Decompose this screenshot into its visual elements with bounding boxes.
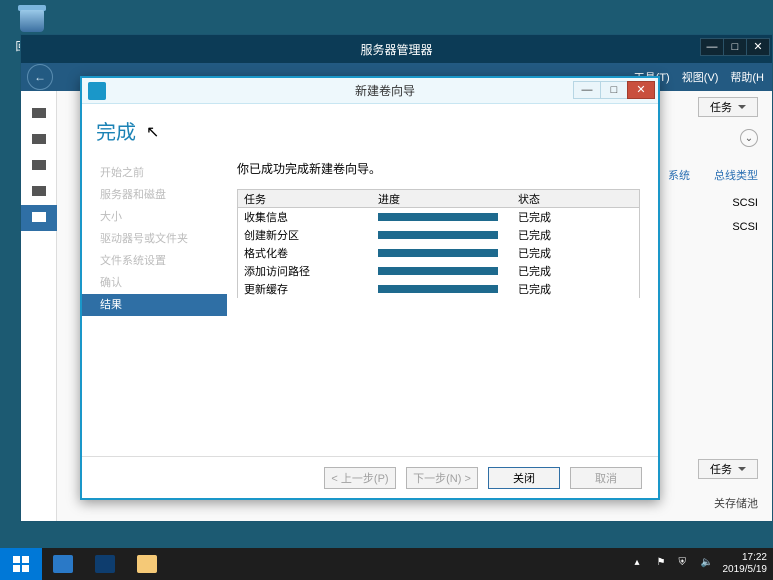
table-row: 格式化卷 已完成 xyxy=(238,244,639,262)
expand-toggle[interactable]: ⌄ xyxy=(740,129,758,147)
next-button[interactable]: 下一步(N) > xyxy=(406,467,478,489)
table-row: 收集信息 已完成 xyxy=(238,208,639,226)
tray-sound-icon[interactable]: 🔈 xyxy=(701,557,715,571)
progress-bar xyxy=(378,213,498,221)
taskbar-item-server-manager[interactable] xyxy=(42,548,84,580)
wizard-results-table: 任务 进度 状态 收集信息 已完成 创建新分区 已完成 xyxy=(237,189,640,298)
column-status: 状态 xyxy=(518,191,618,207)
back-button[interactable]: ← xyxy=(27,64,53,90)
progress-bar xyxy=(378,267,498,275)
task-status: 已完成 xyxy=(518,263,618,279)
server-manager-titlebar[interactable]: 服务器管理器 — □ ✕ xyxy=(21,35,772,63)
task-name: 收集信息 xyxy=(238,209,378,225)
caret-down-icon xyxy=(738,105,746,113)
wizard-step: 开始之前 xyxy=(82,162,227,184)
progress-bar xyxy=(378,249,498,257)
chevron-down-icon: ⌄ xyxy=(745,133,753,144)
task-status: 已完成 xyxy=(518,281,618,297)
disk-table-header: 系统 总线类型 xyxy=(668,167,758,183)
tasks-dropdown-top[interactable]: 任务 xyxy=(698,97,758,117)
previous-button[interactable]: < 上一步(P) xyxy=(324,467,396,489)
storage-pools-label: 关存储池 xyxy=(714,495,758,511)
tray-up-icon[interactable]: ▴ xyxy=(635,557,649,571)
progress-bar xyxy=(378,231,498,239)
cursor-icon: ↖ xyxy=(146,122,159,142)
column-bus-type[interactable]: 总线类型 xyxy=(714,167,758,183)
table-header-row: 任务 进度 状态 xyxy=(238,190,639,208)
task-name: 添加访问路径 xyxy=(238,263,378,279)
task-status: 已完成 xyxy=(518,245,618,261)
task-status: 已完成 xyxy=(518,227,618,243)
wizard-titlebar[interactable]: 新建卷向导 — □ ✕ xyxy=(82,78,658,104)
wizard-step: 服务器和磁盘 xyxy=(82,184,227,206)
column-system[interactable]: 系统 xyxy=(668,167,690,183)
menu-view[interactable]: 视图(V) xyxy=(682,69,719,85)
tray-flag-icon[interactable]: ⚑ xyxy=(657,557,671,571)
table-row: 创建新分区 已完成 xyxy=(238,226,639,244)
table-row[interactable]: SCSI xyxy=(732,221,758,245)
taskbar-item-explorer[interactable] xyxy=(126,548,168,580)
tasks-dropdown-bottom[interactable]: 任务 xyxy=(698,459,758,479)
menu-help[interactable]: 帮助(H xyxy=(730,69,764,85)
cancel-button[interactable]: 取消 xyxy=(570,467,642,489)
start-button[interactable] xyxy=(0,548,42,580)
windows-logo-icon xyxy=(13,556,29,572)
column-task: 任务 xyxy=(238,191,378,207)
server-manager-nav xyxy=(21,91,57,521)
wizard-app-icon xyxy=(88,82,106,100)
wizard-step: 大小 xyxy=(82,206,227,228)
table-row: 更新缓存 已完成 xyxy=(238,280,639,298)
arrow-left-icon: ← xyxy=(34,70,46,84)
disk-table-rows: SCSI SCSI xyxy=(732,197,758,245)
system-tray: ▴ ⚑ ⛨ 🔈 17:22 2019/5/19 xyxy=(635,548,768,580)
nav-item-all[interactable] xyxy=(21,153,57,179)
caret-down-icon xyxy=(738,467,746,475)
task-name: 更新缓存 xyxy=(238,281,378,297)
clock-date: 2019/5/19 xyxy=(723,564,768,576)
tasks-dropdown-label: 任务 xyxy=(710,99,732,115)
nav-item-roles[interactable] xyxy=(21,179,57,205)
column-progress: 进度 xyxy=(378,191,518,207)
system-clock[interactable]: 17:22 2019/5/19 xyxy=(723,552,768,576)
maximize-button[interactable]: □ xyxy=(723,38,747,56)
recycle-bin-icon xyxy=(14,0,50,36)
nav-item-dashboard[interactable] xyxy=(21,101,57,127)
close-button[interactable]: ✕ xyxy=(627,81,655,99)
tray-network-icon[interactable]: ⛨ xyxy=(679,557,693,571)
wizard-footer: < 上一步(P) 下一步(N) > 关闭 取消 xyxy=(82,456,658,498)
wizard-steps-nav: 开始之前 服务器和磁盘 大小 驱动器号或文件夹 文件系统设置 确认 结果 xyxy=(82,104,227,456)
wizard-step: 文件系统设置 xyxy=(82,250,227,272)
task-name: 创建新分区 xyxy=(238,227,378,243)
task-name: 格式化卷 xyxy=(238,245,378,261)
maximize-button[interactable]: □ xyxy=(600,81,628,99)
wizard-step-current: 结果 xyxy=(82,294,227,316)
tasks-dropdown-label: 任务 xyxy=(710,461,732,477)
wizard-heading: 完成 xyxy=(96,116,136,145)
minimize-button[interactable]: — xyxy=(700,38,724,56)
table-row[interactable]: SCSI xyxy=(732,197,758,221)
close-button[interactable]: ✕ xyxy=(746,38,770,56)
nav-item-storage[interactable] xyxy=(21,205,57,231)
clock-time: 17:22 xyxy=(723,552,768,564)
nav-item-local[interactable] xyxy=(21,127,57,153)
minimize-button[interactable]: — xyxy=(573,81,601,99)
wizard-step: 驱动器号或文件夹 xyxy=(82,228,227,250)
wizard-step: 确认 xyxy=(82,272,227,294)
taskbar: ▴ ⚑ ⛨ 🔈 17:22 2019/5/19 xyxy=(0,548,773,580)
progress-bar xyxy=(378,285,498,293)
taskbar-item-powershell[interactable] xyxy=(84,548,126,580)
wizard-success-message: 你已成功完成新建卷向导。 xyxy=(237,160,640,177)
desktop-background: 回收站 服务器管理器 — □ ✕ ← 工具(T) 视图(V) 帮助(H xyxy=(0,0,773,580)
task-status: 已完成 xyxy=(518,209,618,225)
table-row: 添加访问路径 已完成 xyxy=(238,262,639,280)
close-wizard-button[interactable]: 关闭 xyxy=(488,467,560,489)
server-manager-title: 服务器管理器 xyxy=(21,41,772,58)
new-volume-wizard: 新建卷向导 — □ ✕ 完成 ↖ 开始之前 服务器和磁盘 大小 驱动器号或文件夹… xyxy=(80,76,660,500)
